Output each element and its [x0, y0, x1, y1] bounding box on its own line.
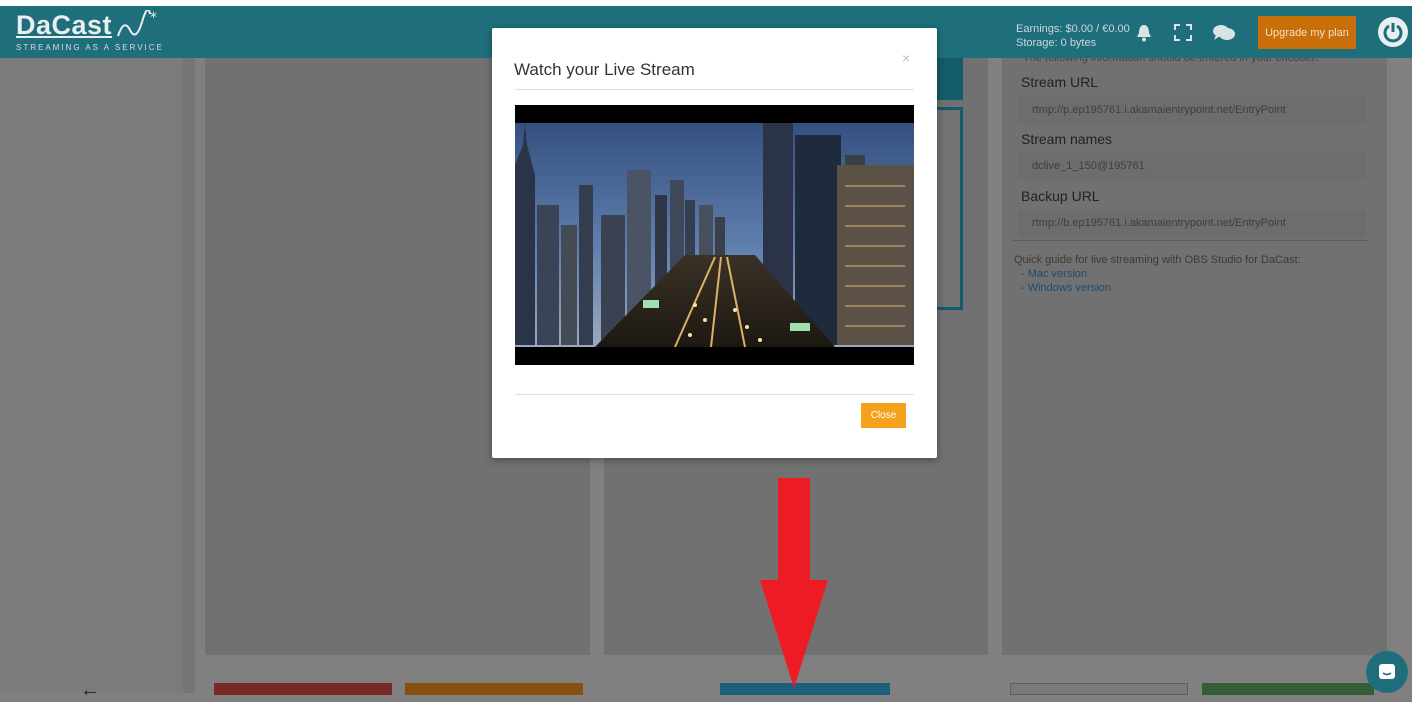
stream-names-label: Stream names: [1021, 131, 1113, 147]
bell-icon[interactable]: [1136, 24, 1152, 42]
middle-panel-preview-frame[interactable]: [936, 107, 963, 310]
backup-url-label: Backup URL: [1021, 188, 1100, 204]
live-stream-video-player[interactable]: [515, 105, 914, 365]
modal-title: Watch your Live Stream: [514, 60, 695, 79]
svg-text:*: *: [150, 10, 157, 26]
earnings-info: Earnings: $0.00 / €0.00 Storage: 0 bytes: [1016, 22, 1130, 50]
fullscreen-icon[interactable]: [1174, 24, 1192, 41]
encoder-divider: [1012, 240, 1368, 241]
stream-url-field[interactable]: rtmp://p.ep195761.i.akamaientrypoint.net…: [1018, 97, 1366, 124]
earnings-text: Earnings: $0.00 / €0.00: [1016, 23, 1130, 35]
storage-text: Storage: 0 bytes: [1016, 37, 1097, 49]
dacast-logo[interactable]: DaCast * STREAMING AS A SERVICE: [16, 10, 164, 52]
modal-footer-divider: [515, 394, 914, 395]
live-stream-modal: Watch your Live Stream × Close: [492, 28, 937, 458]
windows-guide-link[interactable]: - Windows version: [1021, 281, 1301, 295]
stream-url-label: Stream URL: [1021, 74, 1099, 90]
power-icon[interactable]: [1378, 17, 1408, 47]
annotation-arrow-icon: [760, 478, 828, 688]
delete-button[interactable]: [214, 683, 392, 695]
back-arrow-icon[interactable]: ←: [80, 679, 100, 702]
obs-guide: Quick guide for live streaming with OBS …: [1014, 253, 1301, 295]
chat-launcher-icon: [1379, 664, 1395, 679]
video-frame: [515, 105, 914, 365]
encoder-panel: [1002, 58, 1387, 655]
support-chat-button[interactable]: [1366, 651, 1408, 693]
close-button[interactable]: Close: [861, 403, 906, 428]
settings-button[interactable]: [405, 683, 583, 695]
back-button[interactable]: [1010, 683, 1188, 695]
upgrade-plan-button[interactable]: Upgrade my plan: [1258, 16, 1356, 49]
stream-name-field[interactable]: dclive_1_150@195761: [1018, 153, 1366, 180]
modal-close-icon[interactable]: ×: [902, 50, 910, 66]
obs-guide-text: Quick guide for live streaming with OBS …: [1014, 254, 1301, 266]
save-button[interactable]: [1202, 683, 1374, 695]
middle-panel-tab[interactable]: [936, 58, 963, 100]
sidebar: [0, 58, 194, 693]
chat-icon[interactable]: [1212, 24, 1236, 41]
logo-signal-icon: *: [117, 10, 157, 37]
modal-header-divider: [515, 89, 914, 90]
sidebar-edge: [183, 58, 195, 693]
backup-url-field[interactable]: rtmp://b.ep195761.i.akamaientrypoint.net…: [1018, 210, 1366, 237]
top-edge: [0, 0, 1412, 6]
logo-tagline: STREAMING AS A SERVICE: [16, 43, 164, 52]
logo-wordmark: DaCast: [16, 10, 113, 40]
mac-guide-link[interactable]: - Mac version: [1021, 267, 1301, 281]
